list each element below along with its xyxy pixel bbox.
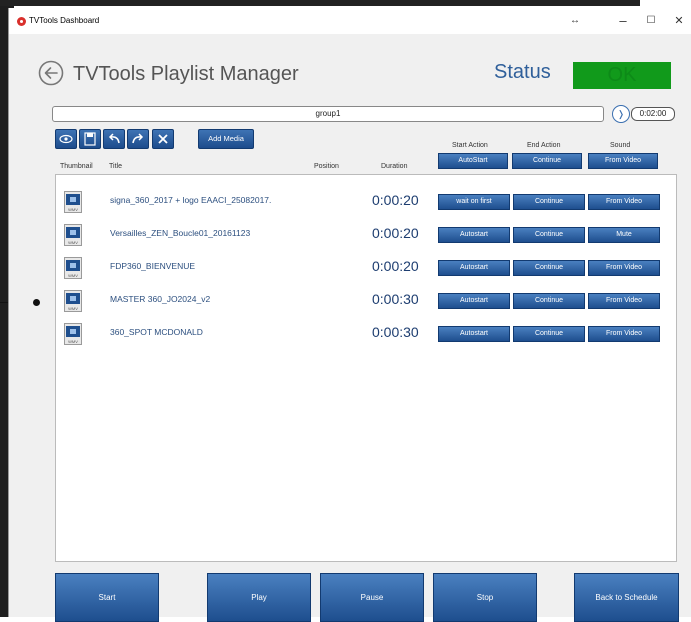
- row-start-action-button[interactable]: Autostart: [438, 293, 510, 309]
- save-icon: [84, 132, 96, 146]
- row-title: 360_SPOT MCDONALD: [110, 327, 203, 337]
- video-thumbnail: WMV: [64, 191, 82, 213]
- save-button[interactable]: [79, 129, 101, 149]
- play-button[interactable]: Play: [207, 573, 311, 622]
- eye-icon: [59, 134, 73, 144]
- row-sound-button[interactable]: From Video: [588, 194, 660, 210]
- column-header-end-action: End Action: [527, 142, 561, 149]
- video-thumbnail: WMV: [64, 290, 82, 312]
- row-title: signa_360_2017 + logo EAACI_25082017.: [110, 195, 272, 205]
- page-title: TVTools Playlist Manager: [73, 63, 299, 85]
- row-duration: 0:00:20: [372, 192, 419, 208]
- row-start-action-button[interactable]: Autostart: [438, 260, 510, 276]
- back-arrow-icon[interactable]: [38, 60, 64, 86]
- row-end-action-button[interactable]: Continue: [513, 194, 585, 210]
- row-start-action-button[interactable]: Autostart: [438, 227, 510, 243]
- row-start-action-button[interactable]: Autostart: [438, 326, 510, 342]
- resize-icon[interactable]: ↔: [561, 12, 589, 30]
- playlist-row[interactable]: WMV FDP360_BIENVENUE 0:00:20 Autostart C…: [56, 251, 676, 283]
- status-label: Status: [494, 61, 551, 83]
- redo-button[interactable]: [127, 129, 149, 149]
- video-thumbnail: WMV: [64, 224, 82, 246]
- close-icon: [158, 134, 168, 144]
- row-duration: 0:00:20: [372, 258, 419, 274]
- column-header-position: Position: [314, 163, 339, 170]
- group-name-bar[interactable]: group1: [52, 106, 604, 122]
- delete-button[interactable]: [152, 129, 174, 149]
- column-header-thumbnail: Thumbnail: [60, 163, 93, 170]
- start-button[interactable]: Start: [55, 573, 159, 622]
- pause-button[interactable]: Pause: [320, 573, 424, 622]
- column-header-duration: Duration: [381, 163, 408, 170]
- row-title: Versailles_ZEN_Boucle01_20161123: [110, 228, 251, 238]
- row-duration: 0:00:30: [372, 324, 419, 340]
- status-badge: OK: [573, 62, 671, 89]
- undo-icon: [108, 133, 120, 144]
- row-title: FDP360_BIENVENUE: [110, 261, 196, 271]
- back-to-schedule-button[interactable]: Back to Schedule: [574, 573, 679, 622]
- title-bar: TVTools Dashboard ↔ – ☐ ✕: [9, 8, 691, 34]
- redo-icon: [132, 133, 144, 144]
- row-end-action-button[interactable]: Continue: [513, 227, 585, 243]
- playlist-row[interactable]: WMV MASTER 360_JO2024_v2 0:00:30 Autosta…: [56, 284, 676, 316]
- default-end-action-button[interactable]: Continue: [512, 153, 582, 169]
- app-window: TVTools Dashboard ↔ – ☐ ✕ TVTools Playli…: [8, 8, 691, 622]
- next-group-button[interactable]: ❭: [612, 105, 630, 123]
- stop-button[interactable]: Stop: [433, 573, 537, 622]
- row-sound-button[interactable]: From Video: [588, 326, 660, 342]
- preview-button[interactable]: [55, 129, 77, 149]
- default-sound-button[interactable]: From Video: [588, 153, 658, 169]
- row-duration: 0:00:30: [372, 291, 419, 307]
- maximize-button[interactable]: ☐: [637, 12, 665, 30]
- row-title: MASTER 360_JO2024_v2: [110, 294, 211, 304]
- app-icon: [17, 17, 26, 26]
- row-sound-button[interactable]: From Video: [588, 260, 660, 276]
- column-header-start-action: Start Action: [452, 142, 488, 149]
- row-start-action-button[interactable]: wait on first: [438, 194, 510, 210]
- video-thumbnail: WMV: [64, 323, 82, 345]
- video-thumbnail: WMV: [64, 257, 82, 279]
- close-button[interactable]: ✕: [665, 12, 691, 30]
- playlist-row[interactable]: WMV signa_360_2017 + logo EAACI_25082017…: [56, 185, 676, 217]
- default-start-action-button[interactable]: AutoStart: [438, 153, 508, 169]
- minimize-button[interactable]: –: [609, 12, 637, 30]
- total-duration: 0:02:00: [631, 107, 675, 121]
- window-title: TVTools Dashboard: [29, 16, 100, 25]
- row-end-action-button[interactable]: Continue: [513, 260, 585, 276]
- playlist-row[interactable]: WMV Versailles_ZEN_Boucle01_20161123 0:0…: [56, 218, 676, 250]
- row-end-action-button[interactable]: Continue: [513, 326, 585, 342]
- row-sound-button[interactable]: From Video: [588, 293, 660, 309]
- undo-button[interactable]: [103, 129, 125, 149]
- row-end-action-button[interactable]: Continue: [513, 293, 585, 309]
- playlist: WMV signa_360_2017 + logo EAACI_25082017…: [55, 174, 677, 562]
- column-header-title: Title: [109, 163, 122, 170]
- background-window-top: [0, 0, 640, 6]
- row-duration: 0:00:20: [372, 225, 419, 241]
- column-header-sound: Sound: [610, 142, 631, 149]
- row-sound-button[interactable]: Mute: [588, 227, 660, 243]
- playlist-row[interactable]: WMV 360_SPOT MCDONALD 0:00:30 Autostart …: [56, 317, 676, 349]
- annotation-dot: [33, 299, 40, 306]
- add-media-button[interactable]: Add Media: [198, 129, 254, 149]
